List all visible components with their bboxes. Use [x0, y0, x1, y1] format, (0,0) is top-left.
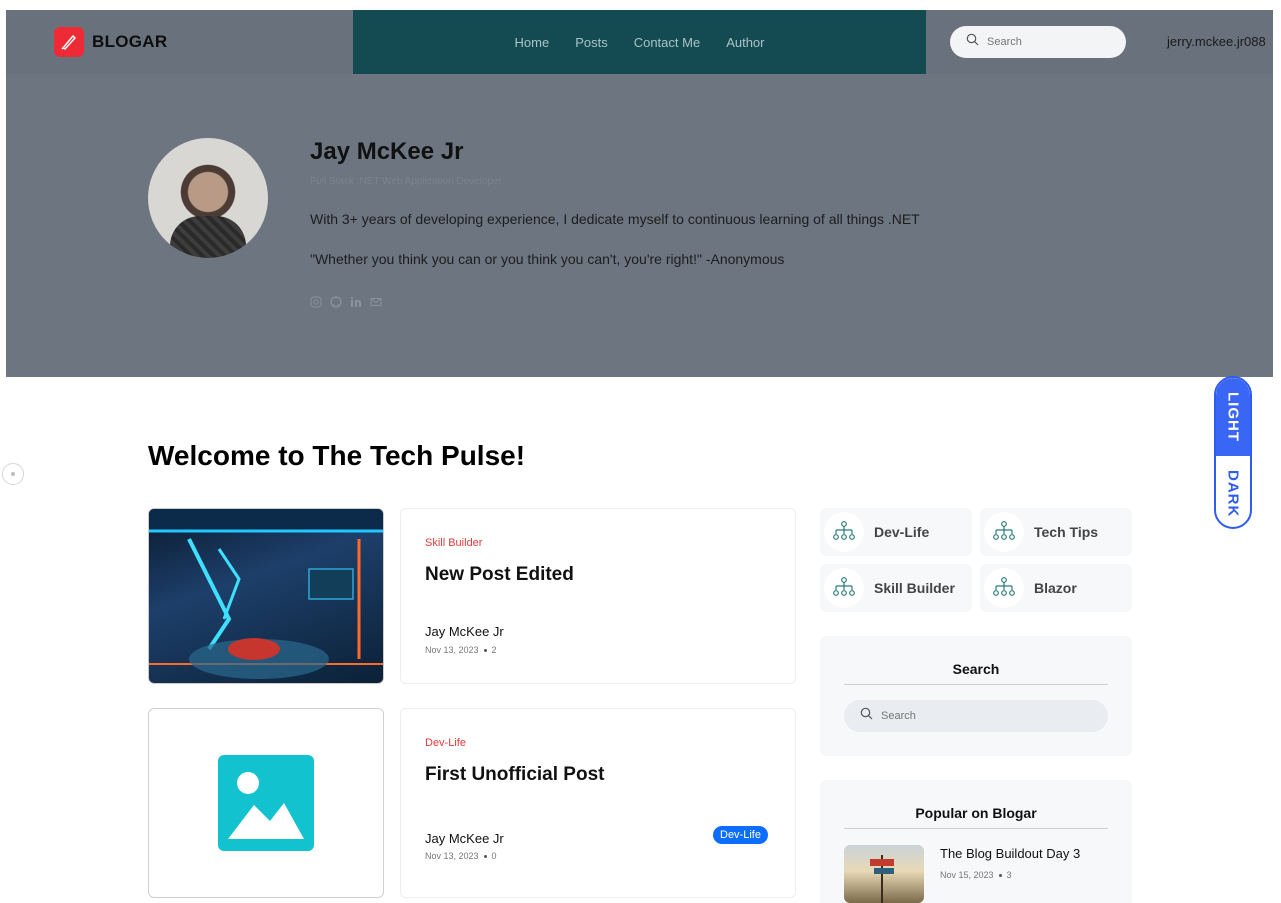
- author-bio: With 3+ years of developing experience, …: [310, 211, 920, 227]
- nav-home[interactable]: Home: [515, 35, 550, 50]
- post-title[interactable]: First Unofficial Post: [425, 764, 604, 786]
- post-meta: Nov 13, 2023 2: [425, 645, 497, 655]
- post-title[interactable]: New Post Edited: [425, 564, 574, 586]
- user-account-link[interactable]: jerry.mckee.jr088: [1167, 34, 1266, 49]
- linkedin-icon[interactable]: [350, 296, 362, 308]
- social-links: [310, 296, 382, 308]
- sitemap-icon: [984, 512, 1024, 552]
- post-thumbnail-placeholder[interactable]: [148, 708, 384, 898]
- brand[interactable]: BLOGAR: [54, 27, 167, 57]
- mail-icon[interactable]: [370, 296, 382, 308]
- post-date: Nov 13, 2023: [425, 645, 479, 655]
- category-label: Dev-Life: [874, 524, 930, 540]
- category-dev-life[interactable]: Dev-Life: [820, 508, 972, 556]
- category-label: Skill Builder: [874, 580, 955, 596]
- popular-title: Popular on Blogar: [844, 805, 1108, 829]
- nav-author[interactable]: Author: [726, 35, 764, 50]
- post-date: Nov 13, 2023: [425, 851, 479, 861]
- instagram-icon[interactable]: [310, 296, 322, 308]
- sidebar-search-input[interactable]: [881, 710, 1081, 722]
- header-search[interactable]: [950, 26, 1126, 58]
- post-card[interactable]: Skill Builder New Post Edited Jay McKee …: [400, 508, 796, 684]
- search-icon: [860, 707, 873, 725]
- post-count: 0: [491, 851, 497, 861]
- dark-theme-option[interactable]: DARK: [1216, 456, 1250, 527]
- sitemap-icon: [984, 568, 1024, 608]
- category-tech-tips[interactable]: Tech Tips: [980, 508, 1132, 556]
- welcome-heading: Welcome to The Tech Pulse!: [148, 440, 526, 471]
- popular-post-title[interactable]: The Blog Buildout Day 3: [940, 846, 1080, 861]
- main-nav: Home Posts Contact Me Author: [353, 10, 926, 74]
- post-meta: Nov 13, 2023 0: [425, 851, 497, 861]
- light-label: LIGHT: [1224, 392, 1242, 442]
- popular-post-count: 3: [1006, 870, 1012, 880]
- sitemap-icon: [824, 568, 864, 608]
- author-hero: BLOGAR Home Posts Contact Me Author jerr…: [6, 10, 1273, 377]
- post-author[interactable]: Jay McKee Jr: [425, 831, 504, 846]
- post-tag-badge[interactable]: Dev-Life: [713, 826, 768, 844]
- popular-post-thumbnail[interactable]: [844, 845, 924, 903]
- sidebar-search-box[interactable]: [844, 700, 1108, 732]
- side-scroll-button[interactable]: [2, 463, 24, 485]
- category-label: Blazor: [1034, 580, 1077, 596]
- sidebar-search-widget: Search: [820, 636, 1132, 756]
- post-count: 2: [491, 645, 497, 655]
- nav-contact[interactable]: Contact Me: [634, 35, 700, 50]
- image-placeholder-icon: [218, 755, 314, 851]
- post-author[interactable]: Jay McKee Jr: [425, 624, 504, 639]
- header-search-input[interactable]: [987, 36, 1107, 48]
- brand-name: BLOGAR: [92, 32, 168, 51]
- search-icon: [966, 33, 979, 51]
- github-icon[interactable]: [330, 296, 342, 308]
- post-thumbnail[interactable]: [148, 508, 384, 684]
- category-blazor[interactable]: Blazor: [980, 564, 1132, 612]
- nav-posts[interactable]: Posts: [575, 35, 608, 50]
- popular-post-meta: Nov 15, 2023 3: [940, 870, 1012, 880]
- sitemap-icon: [824, 512, 864, 552]
- post-category[interactable]: Skill Builder: [425, 537, 482, 549]
- popular-widget: Popular on Blogar The Blog Buildout Day …: [820, 780, 1132, 903]
- author-name: Jay McKee Jr: [310, 138, 464, 165]
- brand-pen-icon: [54, 27, 84, 57]
- author-avatar: [148, 138, 268, 258]
- dark-label: DARK: [1224, 469, 1242, 518]
- author-role: Full Stack .NET Web Application Develope…: [310, 176, 502, 187]
- category-label: Tech Tips: [1034, 524, 1099, 540]
- category-skill-builder[interactable]: Skill Builder: [820, 564, 972, 612]
- sidebar-search-title: Search: [844, 661, 1108, 685]
- theme-toggle[interactable]: LIGHT DARK: [1214, 376, 1252, 529]
- popular-post-date: Nov 15, 2023: [940, 870, 994, 880]
- post-category[interactable]: Dev-Life: [425, 737, 466, 749]
- top-navbar: BLOGAR Home Posts Contact Me Author jerr…: [6, 10, 1273, 74]
- author-quote: "Whether you think you can or you think …: [310, 251, 785, 267]
- light-theme-option[interactable]: LIGHT: [1216, 378, 1250, 456]
- post-card[interactable]: Dev-Life First Unofficial Post Jay McKee…: [400, 708, 796, 898]
